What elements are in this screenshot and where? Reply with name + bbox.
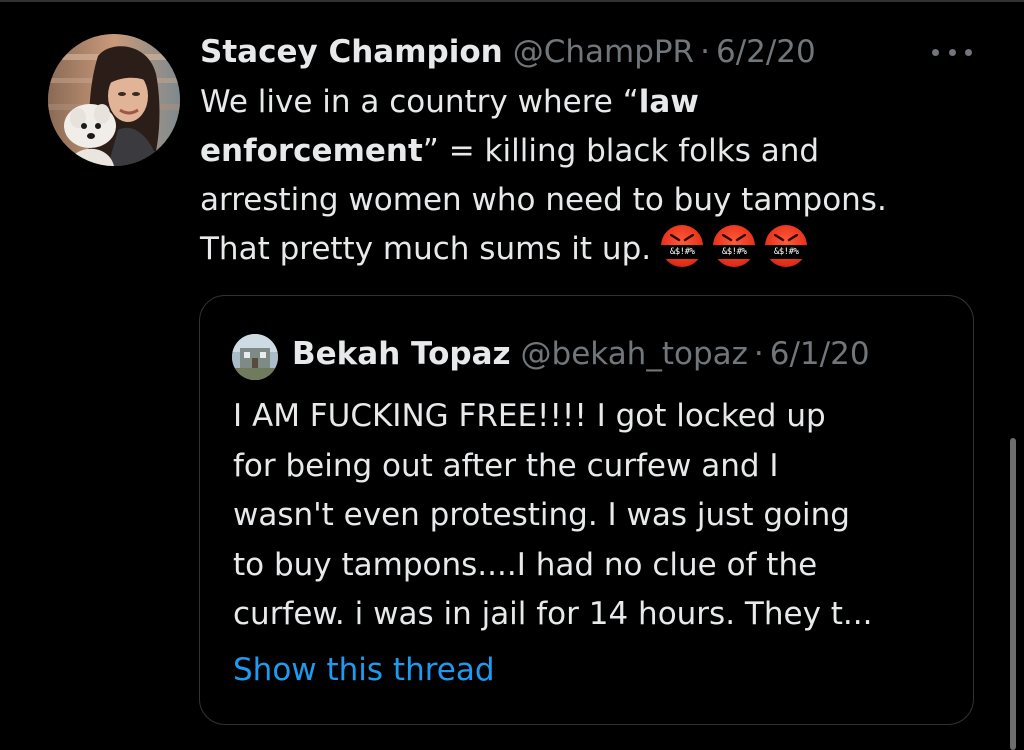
show-thread-link[interactable]: Show this thread: [233, 648, 495, 692]
quoted-text-line: to buy tampons....I had no clue of the: [233, 546, 818, 583]
tweet-text-line: That pretty much sums it up. &$!#% &$!#% &$…: [200, 225, 970, 274]
author-avatar-image: [48, 34, 180, 166]
tweet-text-segment: ” = killing black folks and: [422, 133, 820, 169]
quoted-text-line: for being out after the curfew and I: [233, 447, 779, 484]
angry-brows: [670, 234, 695, 242]
top-divider: [0, 0, 1024, 2]
tweet-text-line: enforcement” = killing black folks and: [200, 127, 970, 176]
face-with-symbols-on-mouth-icon: &$!#%: [711, 225, 758, 267]
quoted-tweet-header: Bekah Topaz @bekah_topaz · 6/1/20: [292, 332, 870, 376]
angry-brows: [774, 234, 799, 242]
symbols-text: &$!#%: [659, 245, 706, 259]
quoted-author-avatar-image: [232, 334, 278, 380]
more-dot: [965, 48, 972, 56]
author-handle[interactable]: @ChampPR: [513, 30, 694, 74]
quoted-author-handle[interactable]: @bekah_topaz: [521, 332, 748, 376]
quoted-header-separator: ·: [753, 336, 764, 372]
quoted-author-display-name[interactable]: Bekah Topaz: [292, 332, 511, 376]
quoted-text-line: I AM FUCKING FREE!!!! I got locked up: [233, 398, 826, 434]
tweet-header: Stacey Champion @ChampPR · 6/2/20: [200, 30, 816, 74]
author-display-name[interactable]: Stacey Champion: [200, 30, 503, 74]
quoted-tweet-text: I AM FUCKING FREE!!!! I got locked up fo…: [233, 392, 953, 640]
more-dot: [948, 48, 956, 56]
tweet-text: We live in a country where “law enforcem…: [200, 78, 970, 274]
quoted-author-avatar[interactable]: [232, 334, 278, 380]
more-dot: [932, 48, 939, 56]
author-avatar[interactable]: [48, 34, 180, 166]
header-separator: ·: [700, 34, 710, 70]
quoted-tweet-date[interactable]: 6/1/20: [770, 332, 870, 376]
angry-brows: [722, 234, 747, 242]
tweet-text-line: We live in a country where “law: [200, 78, 970, 127]
tweet-text-line: arresting women who need to buy tampons.: [200, 182, 887, 218]
tweet-text-segment: We live in a country where “: [200, 84, 639, 120]
symbols-text: &$!#%: [711, 245, 758, 259]
tweet-text-bold: law: [638, 84, 699, 120]
quoted-text-line: wasn't even protesting. I was just going: [233, 497, 850, 533]
tweet-text-bold: enforcement: [200, 133, 423, 169]
quoted-text-line: curfew. i was in jail for 14 hours. They…: [233, 596, 873, 632]
tweet-text-segment: That pretty much sums it up.: [200, 231, 652, 267]
symbols-text: &$!#%: [763, 245, 810, 259]
face-with-symbols-on-mouth-icon: &$!#%: [763, 225, 810, 267]
tweet-date[interactable]: 6/2/20: [716, 30, 816, 74]
scrollbar-thumb[interactable]: [1010, 438, 1016, 750]
face-with-symbols-on-mouth-icon: &$!#%: [659, 225, 706, 267]
more-options-icon[interactable]: [932, 44, 972, 60]
quoted-tweet-card[interactable]: Bekah Topaz @bekah_topaz · 6/1/20 I AM F…: [199, 295, 974, 725]
